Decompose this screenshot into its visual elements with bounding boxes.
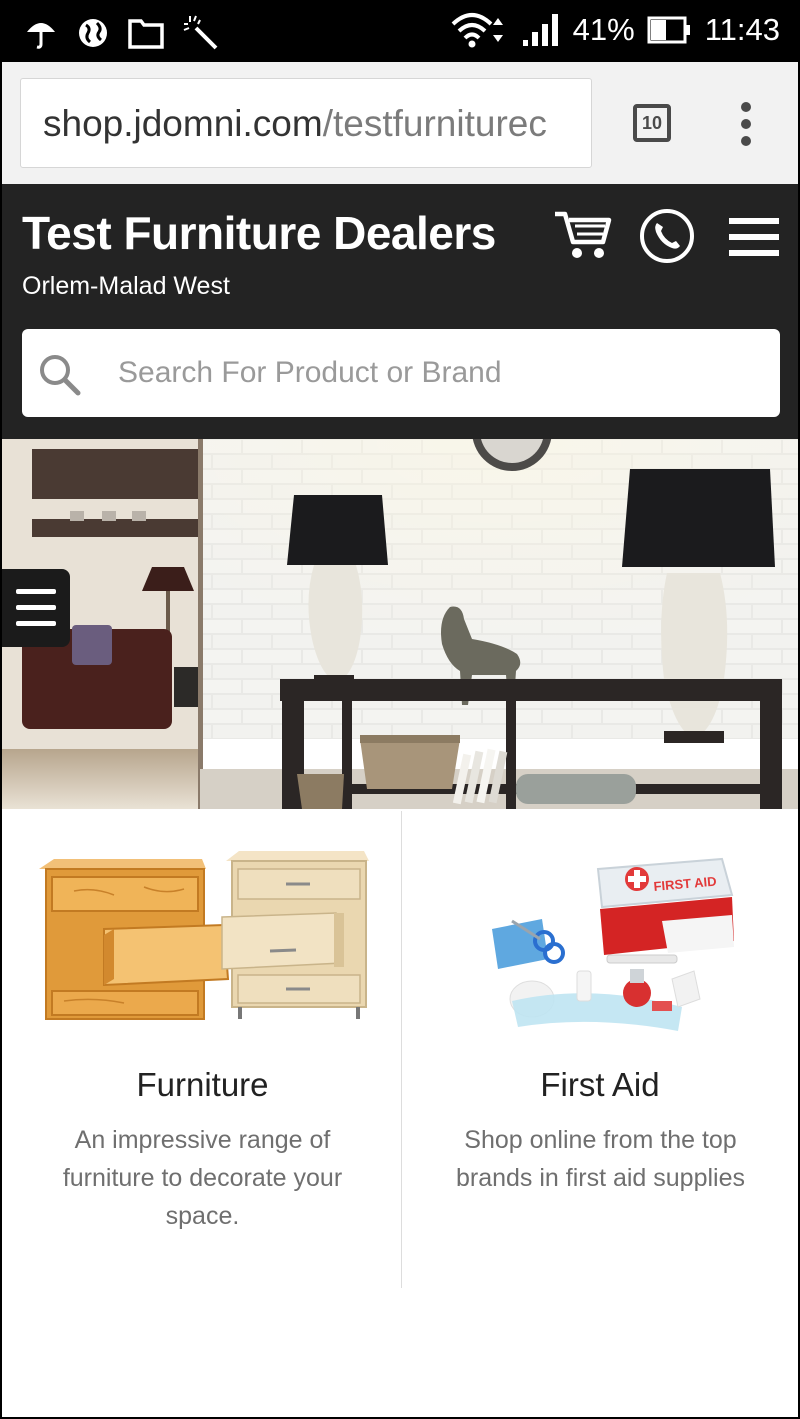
status-bar: 41% 11:43 — [2, 2, 798, 62]
hero-banner[interactable] — [2, 439, 798, 809]
phone-icon[interactable] — [639, 208, 695, 264]
store-location: Orlem-Malad West — [22, 272, 230, 300]
category-grid: Furniture An impressive range of furnitu… — [4, 811, 798, 1288]
hero-image — [2, 439, 798, 809]
category-description: An impressive range of furniture to deco… — [62, 1126, 343, 1230]
globe-icon — [79, 19, 107, 47]
site-header: Test Furniture Dealers Orlem-Malad West — [2, 184, 798, 439]
signal-icon — [522, 14, 558, 46]
magic-wand-icon — [183, 15, 218, 50]
category-title[interactable]: First Aid — [402, 1066, 798, 1104]
first-aid-image: FIRST AID — [492, 857, 734, 1031]
search-icon — [40, 355, 81, 396]
furniture-image — [39, 851, 369, 1020]
browser-toolbar: shop.jdomni.com/testfurniturec 10 — [2, 62, 798, 184]
address-bar[interactable]: shop.jdomni.com/testfurniturec — [20, 78, 592, 168]
browser-menu-button[interactable] — [732, 102, 760, 146]
hamburger-menu-icon[interactable] — [729, 216, 779, 258]
category-card-first-aid[interactable]: FIRST AID First Aid Shop online from the… — [401, 811, 798, 1288]
clock-time: 11:43 — [704, 12, 780, 47]
search-bar — [22, 329, 780, 417]
tab-switcher-button[interactable]: 10 — [633, 104, 671, 142]
umbrella-icon — [27, 23, 55, 49]
category-description: Shop online from the top brands in first… — [455, 1126, 746, 1192]
category-title[interactable]: Furniture — [4, 1066, 401, 1104]
battery-icon — [647, 16, 690, 44]
tab-count: 10 — [641, 112, 663, 133]
url-path: /testfurniturec — [322, 103, 547, 144]
url-text: shop.jdomni.com/testfurniturec — [43, 103, 547, 145]
phone-frame: 41% 11:43 shop.jdomni.com/testfurniturec… — [0, 0, 800, 1419]
folder-icon — [128, 19, 164, 49]
search-input[interactable] — [118, 329, 758, 417]
store-title[interactable]: Test Furniture Dealers — [22, 206, 496, 260]
battery-percent: 41% — [572, 12, 635, 47]
cart-icon[interactable] — [553, 208, 613, 262]
wifi-icon — [451, 13, 503, 48]
side-menu-button[interactable] — [2, 569, 70, 647]
category-card-furniture[interactable]: Furniture An impressive range of furnitu… — [4, 811, 401, 1288]
url-host: shop.jdomni.com — [43, 103, 323, 144]
